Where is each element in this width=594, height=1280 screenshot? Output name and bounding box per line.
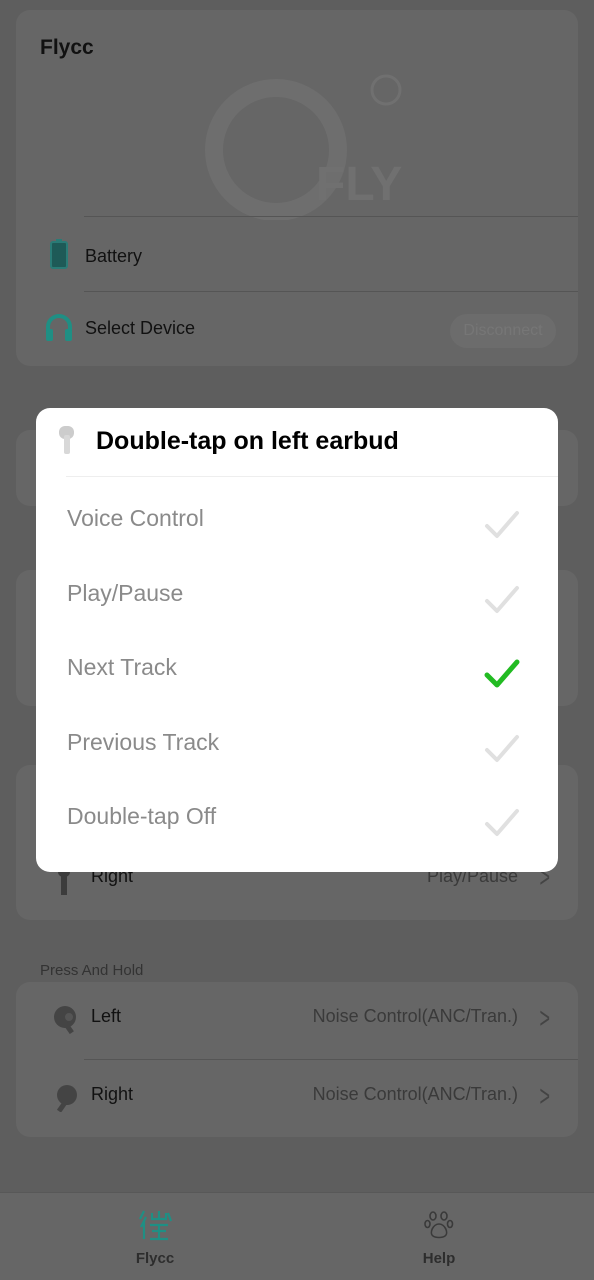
dialog-option[interactable]: Double-tap Off [67,803,216,830]
headphones-icon[interactable] [44,312,74,342]
check-icon[interactable] [484,582,520,618]
check-icon[interactable] [484,805,520,841]
check-selected-icon[interactable] [484,656,520,692]
dialog-option[interactable]: Previous Track [67,729,219,756]
press-hold-right-label[interactable]: Right [91,1084,133,1105]
left-earbud-icon [59,426,74,454]
check-icon[interactable] [484,731,520,767]
right-earbud-icon [56,1085,77,1112]
press-and-hold-card: Left Noise Control(ANC/Tran.) > Right No… [16,982,578,1137]
dialog-option[interactable]: Next Track [67,654,177,681]
divider [84,291,578,292]
dialog-title: Double-tap on left earbud [96,427,399,455]
press-and-hold-section-label: Press And Hold [40,962,144,979]
press-hold-left-label[interactable]: Left [91,1006,121,1027]
paw-icon [424,1211,454,1239]
app-title: Flycc [40,36,94,59]
select-device-button[interactable]: Select Device [85,318,195,339]
battery-label: Battery [85,246,143,266]
bottom-nav: Flycc Help [0,1192,594,1280]
nav-label: Flycc [135,1250,175,1267]
nav-label: Help [422,1250,456,1267]
chevron-right-icon[interactable]: > [540,1080,551,1114]
left-earbud-icon [54,1006,76,1034]
dialog-option[interactable]: Play/Pause [67,580,183,607]
svg-text:FLY: FLY [316,158,402,211]
divider [66,476,558,477]
nav-item-help[interactable]: Help [389,1207,489,1277]
divider [84,216,578,217]
check-icon[interactable] [484,507,520,543]
dialog-option[interactable]: Voice Control [67,505,204,532]
double-tap-dialog: Double-tap on left earbud Voice Control P… [36,408,558,872]
brand-logo: FLY [205,74,402,220]
disconnect-button[interactable]: Disconnect [450,314,556,348]
press-hold-right-value: Noise Control(ANC/Tran.) [312,1084,518,1104]
nav-item-flycc[interactable]: Flycc [105,1207,205,1277]
divider [84,1059,578,1060]
chevron-right-icon[interactable]: > [540,1002,551,1036]
battery-icon [50,239,68,269]
press-hold-left-value: Noise Control(ANC/Tran.) [312,1006,518,1026]
device-card: Flycc FLY Battery Select Device Disconne… [16,10,578,366]
flycc-icon [139,1210,172,1241]
